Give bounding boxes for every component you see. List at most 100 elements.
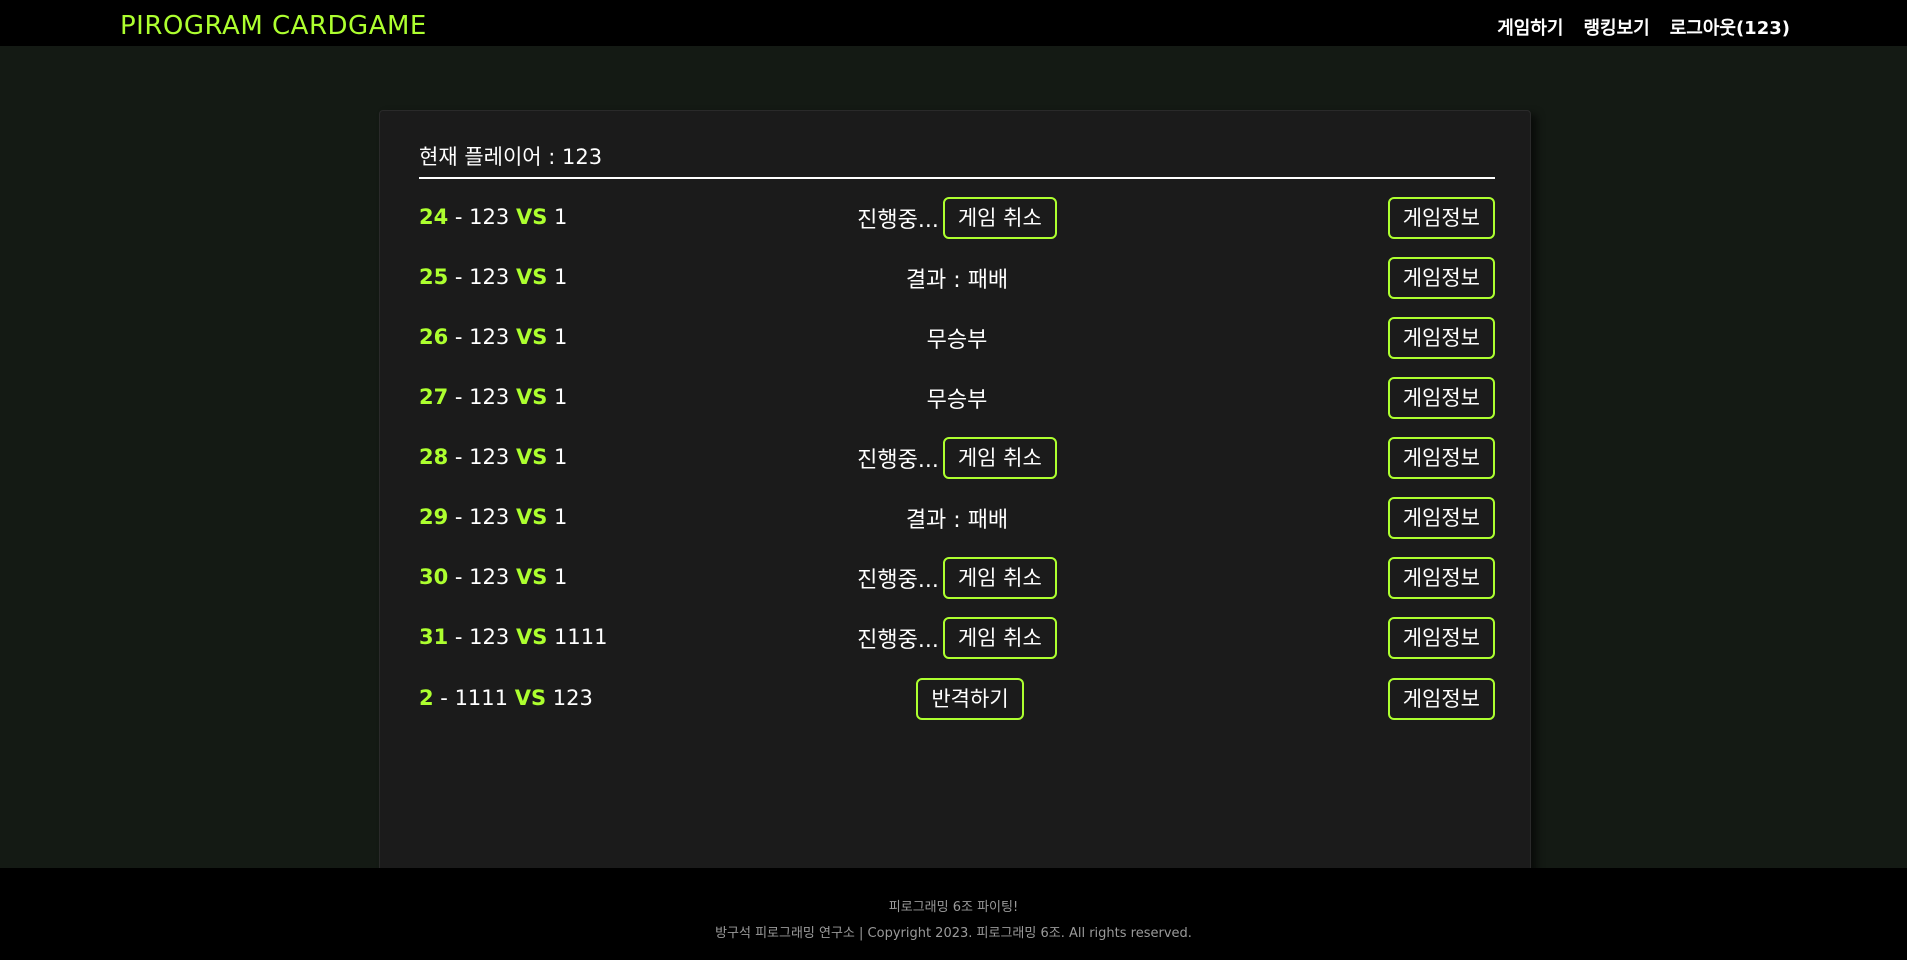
cancel-game-button[interactable]: 게임 취소 xyxy=(942,617,1057,659)
match-summary: 28 - 123 VS 1 xyxy=(419,445,567,469)
game-info-button[interactable]: 게임정보 xyxy=(1387,257,1495,299)
footer: 피로그래밍 6조 파이팅! 방구석 피로그래밍 연구소 | Copyright … xyxy=(0,868,1907,960)
game-info-button[interactable]: 게임정보 xyxy=(1387,497,1495,539)
status-text: 결과 : 패배 xyxy=(905,268,1009,293)
match-summary: 26 - 123 VS 1 xyxy=(419,325,567,349)
separator: - xyxy=(448,445,470,469)
counterattack-button[interactable]: 반격하기 xyxy=(916,678,1024,720)
match-summary: 2 - 1111 VS 123 xyxy=(419,686,593,710)
game-id: 24 xyxy=(419,205,449,229)
game-status: 진행중... 게임 취소 xyxy=(419,557,1495,599)
game-id: 27 xyxy=(419,385,449,409)
game-info-button[interactable]: 게임정보 xyxy=(1387,377,1495,419)
game-row: 25 - 123 VS 1 결과 : 패배 게임정보 xyxy=(419,257,1495,299)
nav-ranking[interactable]: 랭킹보기 xyxy=(1583,14,1649,40)
player-two: 1111 xyxy=(554,625,608,649)
match-summary: 30 - 123 VS 1 xyxy=(419,565,567,589)
game-row: 26 - 123 VS 1 무승부 게임정보 xyxy=(419,317,1495,359)
status-text: 진행중... xyxy=(857,568,939,593)
game-row: 24 - 123 VS 1 진행중... 게임 취소 게임정보 xyxy=(419,197,1495,239)
separator: - xyxy=(448,625,470,649)
footer-slogan: 피로그래밍 6조 파이팅! xyxy=(888,900,1019,915)
cancel-game-button[interactable]: 게임 취소 xyxy=(942,197,1057,239)
match-summary: 27 - 123 VS 1 xyxy=(419,385,567,409)
main-nav: 게임하기 랭킹보기 로그아웃(123) xyxy=(1497,14,1790,40)
game-id: 29 xyxy=(419,505,449,529)
game-info-button[interactable]: 게임정보 xyxy=(1387,197,1495,239)
nav-logout[interactable]: 로그아웃(123) xyxy=(1670,14,1790,40)
player-one: 123 xyxy=(469,205,510,229)
game-status: 결과 : 패배 xyxy=(419,497,1495,539)
brand-logo[interactable]: PIROGRAM CARDGAME xyxy=(120,11,427,41)
game-id: 25 xyxy=(419,265,449,289)
player-two: 1 xyxy=(554,205,568,229)
game-list-panel: 현재 플레이어 : 123 24 - 123 VS 1 진행중... 게임 취소 게임… xyxy=(379,110,1531,880)
player-one: 123 xyxy=(469,625,510,649)
game-row: 28 - 123 VS 1 진행중... 게임 취소 게임정보 xyxy=(419,437,1495,479)
separator: - xyxy=(448,565,470,589)
player-two: 123 xyxy=(552,686,593,710)
vs-label: VS xyxy=(515,385,548,409)
status-text: 무승부 xyxy=(926,328,988,353)
game-info-button[interactable]: 게임정보 xyxy=(1387,678,1495,720)
player-two: 1 xyxy=(554,385,568,409)
vs-label: VS xyxy=(515,205,548,229)
player-one: 123 xyxy=(469,505,510,529)
status-text: 진행중... xyxy=(857,208,939,233)
cancel-game-button[interactable]: 게임 취소 xyxy=(942,557,1057,599)
game-status: 무승부 xyxy=(419,377,1495,419)
player-one: 123 xyxy=(469,565,510,589)
game-row: 30 - 123 VS 1 진행중... 게임 취소 게임정보 xyxy=(419,557,1495,599)
game-id: 30 xyxy=(419,565,449,589)
status-text: 결과 : 패배 xyxy=(905,508,1009,533)
game-id: 26 xyxy=(419,325,449,349)
player-one: 123 xyxy=(469,325,510,349)
game-row: 27 - 123 VS 1 무승부 게임정보 xyxy=(419,377,1495,419)
top-navbar: PIROGRAM CARDGAME 게임하기 랭킹보기 로그아웃(123) xyxy=(0,0,1907,46)
game-id: 2 xyxy=(419,686,434,710)
game-row: 2 - 1111 VS 123 반격하기 게임정보 xyxy=(419,678,1495,720)
separator: - xyxy=(448,325,470,349)
game-status: 진행중... 게임 취소 xyxy=(419,437,1495,479)
game-id: 28 xyxy=(419,445,449,469)
player-two: 1 xyxy=(554,505,568,529)
vs-label: VS xyxy=(514,686,547,710)
status-text: 진행중... xyxy=(857,448,939,473)
match-summary: 31 - 123 VS 1111 xyxy=(419,625,607,649)
player-two: 1 xyxy=(554,445,568,469)
player-one: 123 xyxy=(469,385,510,409)
player-one: 123 xyxy=(469,445,510,469)
game-info-button[interactable]: 게임정보 xyxy=(1387,437,1495,479)
match-summary: 24 - 123 VS 1 xyxy=(419,205,567,229)
player-two: 1 xyxy=(554,265,568,289)
player-two: 1 xyxy=(554,565,568,589)
vs-label: VS xyxy=(515,505,548,529)
game-status: 진행중... 게임 취소 xyxy=(419,197,1495,239)
match-summary: 25 - 123 VS 1 xyxy=(419,265,567,289)
match-summary: 29 - 123 VS 1 xyxy=(419,505,567,529)
cancel-game-button[interactable]: 게임 취소 xyxy=(942,437,1057,479)
player-two: 1 xyxy=(554,325,568,349)
status-text: 무승부 xyxy=(926,388,988,413)
separator: - xyxy=(448,205,470,229)
game-info-button[interactable]: 게임정보 xyxy=(1387,557,1495,599)
nav-play-game[interactable]: 게임하기 xyxy=(1497,14,1563,40)
separator: - xyxy=(448,385,470,409)
player-one: 123 xyxy=(469,265,510,289)
vs-label: VS xyxy=(515,325,548,349)
vs-label: VS xyxy=(515,565,548,589)
game-row: 29 - 123 VS 1 결과 : 패배 게임정보 xyxy=(419,497,1495,539)
vs-label: VS xyxy=(515,625,548,649)
game-info-button[interactable]: 게임정보 xyxy=(1387,317,1495,359)
game-status: 결과 : 패배 xyxy=(419,257,1495,299)
vs-label: VS xyxy=(515,265,548,289)
game-status: 무승부 xyxy=(419,317,1495,359)
player-one: 1111 xyxy=(454,686,509,710)
game-id: 31 xyxy=(419,625,449,649)
separator: - xyxy=(448,505,470,529)
status-text: 진행중... xyxy=(857,628,939,653)
current-player-label: 현재 플레이어 : 123 xyxy=(419,141,1495,179)
footer-copyright: 방구석 피로그래밍 연구소 | Copyright 2023. 피로그래밍 6조… xyxy=(715,926,1192,941)
game-info-button[interactable]: 게임정보 xyxy=(1387,617,1495,659)
vs-label: VS xyxy=(515,445,548,469)
